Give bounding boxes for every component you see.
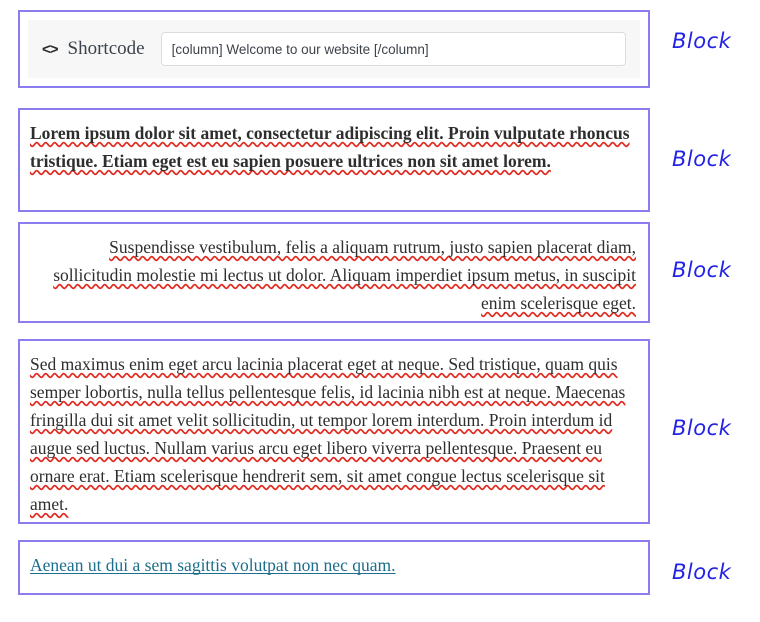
- paragraph-text: Lorem ipsum dolor sit amet, consectetur …: [30, 119, 636, 175]
- shortcode-label: Shortcode: [67, 38, 145, 59]
- paragraph-block-2[interactable]: Suspendisse vestibulum, felis a aliquam …: [18, 222, 650, 323]
- paragraph-block-3[interactable]: Sed maximus enim eget arcu lacinia place…: [18, 339, 650, 524]
- annotation-block-5: Block: [672, 560, 732, 584]
- paragraph-block-4[interactable]: Aenean ut dui a sem sagittis volutpat no…: [18, 540, 650, 595]
- paragraph-text-content: Suspendisse vestibulum, felis a aliquam …: [53, 237, 636, 313]
- shortcode-block[interactable]: <> Shortcode: [18, 10, 650, 88]
- editor-canvas: <> Shortcode Lorem ipsum dolor sit amet,…: [0, 0, 760, 622]
- paragraph-block-1[interactable]: Lorem ipsum dolor sit amet, consectetur …: [18, 108, 650, 212]
- annotation-block-3: Block: [672, 258, 732, 282]
- paragraph-text: Suspendisse vestibulum, felis a aliquam …: [30, 233, 636, 317]
- paragraph-link[interactable]: Aenean ut dui a sem sagittis volutpat no…: [30, 555, 395, 575]
- paragraph-text-content: Lorem ipsum dolor sit amet, consectetur …: [30, 123, 630, 171]
- paragraph-text: Aenean ut dui a sem sagittis volutpat no…: [30, 551, 636, 579]
- annotation-block-1: Block: [672, 29, 732, 53]
- paragraph-text: Sed maximus enim eget arcu lacinia place…: [30, 350, 636, 518]
- shortcode-panel: <> Shortcode: [28, 20, 640, 78]
- paragraph-text-content: Sed maximus enim eget arcu lacinia place…: [30, 354, 626, 514]
- code-brackets-icon: <>: [42, 40, 59, 58]
- annotation-block-2: Block: [672, 147, 732, 171]
- shortcode-input[interactable]: [160, 32, 626, 66]
- annotation-block-4: Block: [672, 416, 732, 440]
